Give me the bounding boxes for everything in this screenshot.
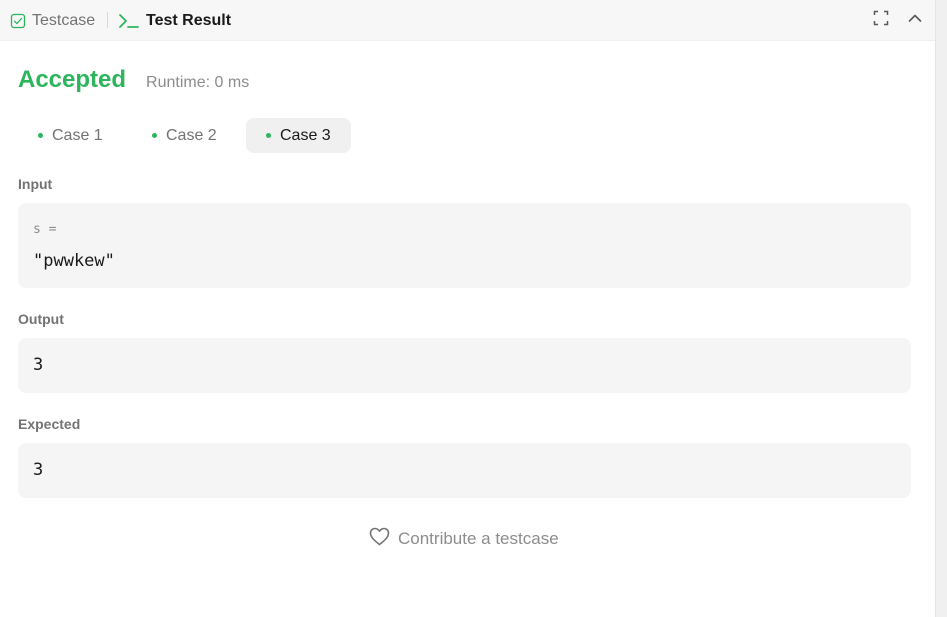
panel-tab-bar: Testcase Test Result: [0, 0, 935, 41]
expected-box: 3: [18, 443, 911, 498]
expand-button[interactable]: [869, 8, 893, 32]
contribute-label: Contribute a testcase: [398, 529, 559, 548]
output-box: 3: [18, 338, 911, 393]
case-tab-label: Case 2: [166, 126, 217, 144]
tab-test-result-label: Test Result: [146, 11, 232, 29]
case-tab-2[interactable]: Case 2: [132, 118, 237, 153]
result-status: Accepted Runtime: 0 ms: [18, 66, 249, 94]
collapse-button[interactable]: [903, 8, 927, 32]
tab-divider: [107, 12, 108, 28]
tab-test-result[interactable]: Test Result: [118, 0, 231, 41]
case-tab-1[interactable]: Case 1: [18, 118, 123, 153]
expected-label: Expected: [18, 416, 81, 432]
expected-value: 3: [33, 460, 44, 480]
input-value: "pwwkew": [33, 251, 115, 271]
tab-testcase-label: Testcase: [32, 11, 96, 29]
input-box: s = "pwwkew": [18, 203, 911, 288]
heart-icon: [369, 527, 390, 551]
contribute-testcase-link[interactable]: Contribute a testcase: [369, 527, 559, 551]
output-value: 3: [33, 355, 44, 375]
case-tab-label: Case 1: [52, 126, 103, 144]
case-tab-label: Case 3: [280, 126, 331, 144]
case-passed-dot: [152, 133, 157, 138]
case-passed-dot: [38, 133, 43, 138]
expand-icon: [873, 10, 889, 31]
case-tab-3[interactable]: Case 3: [246, 118, 351, 153]
output-label: Output: [18, 311, 64, 327]
case-tabs: Case 1 Case 2 Case 3: [18, 118, 418, 153]
status-accepted: Accepted: [18, 66, 127, 93]
tab-testcase[interactable]: Testcase: [10, 0, 95, 41]
test-result-panel: Testcase Test Result Accepted Runtime: 0…: [0, 0, 935, 617]
status-runtime: Runtime: 0 ms: [146, 74, 250, 91]
chevron-up-icon: [907, 10, 923, 31]
case-passed-dot: [266, 133, 271, 138]
checkbox-icon: [10, 13, 26, 29]
panel-scrollbar-gutter: [935, 0, 947, 617]
input-label: Input: [18, 176, 53, 192]
terminal-icon: [118, 13, 140, 29]
input-var-name: s =: [33, 222, 57, 237]
